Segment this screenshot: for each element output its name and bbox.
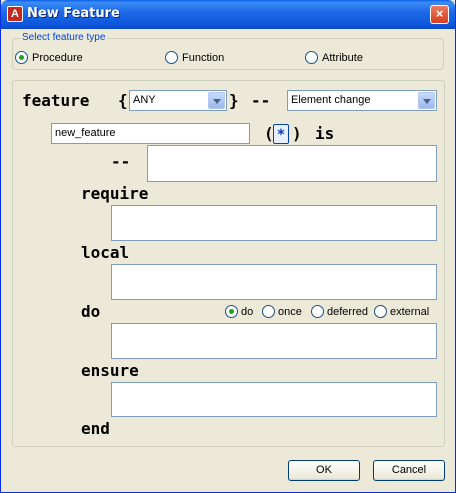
app-icon: A: [7, 6, 23, 22]
title-bar[interactable]: A New Feature ×: [1, 0, 455, 29]
category-value: Element change: [291, 94, 371, 106]
keyword-do: do: [81, 302, 101, 321]
close-button[interactable]: ×: [430, 5, 449, 24]
keyword-ensure: ensure: [81, 361, 139, 380]
radio-label: once: [278, 305, 302, 318]
keyword-feature: feature: [22, 91, 90, 110]
radio-procedure[interactable]: Procedure: [15, 51, 83, 64]
radio-function[interactable]: Function: [165, 51, 224, 64]
radio-label: deferred: [327, 305, 368, 318]
feature-name-input[interactable]: new_feature: [51, 123, 250, 144]
radio-icon[interactable]: [225, 305, 238, 318]
radio-body-external[interactable]: external: [374, 305, 429, 318]
brace-close: }: [229, 91, 239, 110]
brace-open: {: [118, 91, 128, 110]
radio-label: Procedure: [32, 51, 83, 64]
ensure-input[interactable]: [111, 382, 437, 417]
radio-label: do: [241, 305, 254, 318]
radio-icon[interactable]: [15, 51, 28, 64]
radio-label: Function: [182, 51, 225, 64]
radio-icon[interactable]: [311, 305, 324, 318]
radio-icon[interactable]: [305, 51, 318, 64]
paren-close: ): [292, 124, 302, 143]
require-input[interactable]: [111, 205, 437, 241]
export-value: ANY: [133, 94, 156, 106]
radio-attribute[interactable]: Attribute: [305, 51, 363, 64]
radio-body-once[interactable]: once: [262, 305, 302, 318]
keyword-is: is: [315, 124, 335, 143]
radio-label: Attribute: [322, 51, 363, 64]
radio-label: external: [390, 305, 430, 318]
comment-dashes-2: --: [111, 152, 131, 171]
radio-icon[interactable]: [262, 305, 275, 318]
cancel-button[interactable]: Cancel: [373, 460, 445, 481]
keyword-local: local: [81, 243, 130, 262]
export-combo[interactable]: ANY: [129, 90, 227, 111]
category-combo[interactable]: Element change: [287, 90, 437, 111]
feature-type-legend: Select feature type: [20, 32, 108, 43]
keyword-require: require: [81, 184, 149, 203]
feature-type-group: Select feature type Procedure Function A…: [12, 32, 444, 70]
radio-body-do[interactable]: do: [225, 305, 253, 318]
local-input[interactable]: [111, 264, 437, 300]
new-feature-dialog: A New Feature × Select feature type Proc…: [0, 0, 456, 493]
arguments-button[interactable]: *: [273, 124, 289, 144]
keyword-end: end: [81, 419, 110, 438]
chevron-down-icon[interactable]: [418, 92, 435, 109]
window-title: New Feature: [27, 6, 120, 21]
radio-body-deferred[interactable]: deferred: [311, 305, 368, 318]
comment-dashes: --: [251, 91, 271, 110]
comment-input[interactable]: [147, 145, 437, 182]
do-input[interactable]: [111, 323, 437, 359]
chevron-down-icon[interactable]: [208, 92, 225, 109]
radio-icon[interactable]: [374, 305, 387, 318]
ok-button[interactable]: OK: [288, 460, 360, 481]
radio-icon[interactable]: [165, 51, 178, 64]
